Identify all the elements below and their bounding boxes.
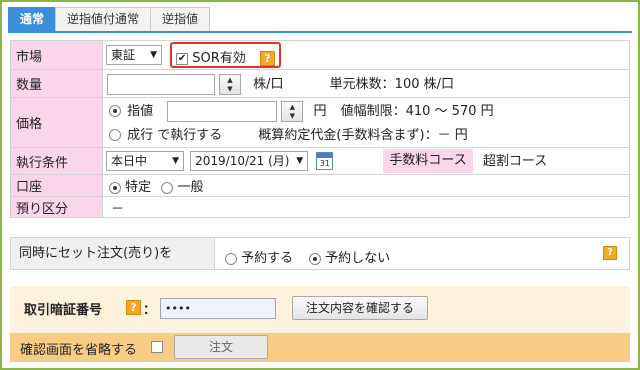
confirm-order-button[interactable]: 注文内容を確認する (292, 296, 428, 320)
deposit-label: 預り区分 (10, 196, 103, 218)
order-button[interactable]: 注文 (174, 335, 268, 359)
order-form: 市場 東証 ▼ ✔ SOR有効 ? 数量 ▲ ▼ 株/口 単元株数：100 株/口… (10, 40, 630, 218)
quantity-label: 数量 (10, 69, 103, 98)
tab-normal[interactable]: 通常 (8, 7, 57, 31)
sor-label: SOR有効 (192, 51, 246, 66)
chevron-down-icon: ▼ (150, 50, 157, 60)
chevron-down-icon: ▼ (296, 156, 304, 166)
chevron-down-icon: ▼ (172, 156, 179, 166)
skip-confirm-label: 確認画面を省略する (20, 343, 138, 358)
limit-order-label: 指値 (127, 103, 154, 119)
general-account-label: 一般 (177, 180, 204, 195)
sor-checkbox[interactable]: ✔ (176, 52, 189, 65)
deposit-row: 預り区分 － (10, 196, 630, 218)
no-reserve-radio[interactable] (309, 252, 321, 265)
set-order-no: 予約しない (309, 247, 390, 266)
validity-select-value: 本日中 (111, 154, 148, 168)
estimated-amount: 概算約定代金(手数料含まず)：－ 円 (258, 127, 468, 143)
price-label: 価格 (10, 97, 103, 148)
validity-select[interactable]: 本日中 ▼ (106, 151, 184, 171)
quantity-row: 数量 ▲ ▼ 株/口 単元株数：100 株/口 (10, 69, 630, 98)
market-order-label: 成行 で執行する (127, 127, 223, 143)
spin-up-icon: ▲ (227, 75, 233, 84)
fee-course-value: 超割コース (482, 153, 548, 169)
market-label: 市場 (10, 40, 103, 70)
reserve-radio[interactable] (225, 252, 237, 265)
help-icon[interactable]: ? (259, 51, 275, 66)
no-reserve-label: 予約しない (325, 251, 391, 266)
quantity-stepper[interactable]: ▲ ▼ (219, 73, 241, 95)
calendar-icon-day: 31 (319, 159, 330, 168)
quantity-unit: 株/口 (253, 76, 284, 92)
spin-up-icon: ▲ (289, 102, 295, 111)
fee-course-label: 手数料コース (383, 149, 473, 173)
market-order-radio[interactable] (109, 129, 121, 141)
deposit-value: － (102, 196, 630, 218)
condition-row: 執行条件 本日中 ▼ 2019/10/21 (月) ▼ 31 手数料コース 超割… (10, 147, 630, 175)
market-select-value: 東証 (111, 48, 136, 62)
help-icon[interactable]: ? (126, 300, 141, 315)
specific-account-radio[interactable] (109, 181, 121, 194)
specific-account-label: 特定 (125, 180, 152, 195)
account-row: 口座 特定 一般 (10, 174, 630, 197)
set-order-yes: 予約する (225, 247, 293, 266)
date-select[interactable]: 2019/10/21 (月) ▼ (190, 151, 309, 171)
pin-colon: ： (143, 303, 157, 318)
skip-confirm-checkbox[interactable] (151, 341, 163, 353)
sor-highlight: ✔ SOR有効 ? (170, 42, 281, 68)
market-row: 市場 東証 ▼ ✔ SOR有効 ? (10, 40, 630, 70)
price-input[interactable] (167, 100, 278, 122)
tab-stop[interactable]: 逆指値 (150, 7, 211, 31)
spin-down-icon: ▼ (289, 111, 295, 120)
price-limit-info: 値幅制限：410 ～ 570 円 (340, 103, 494, 119)
pin-input[interactable]: •••• (160, 298, 276, 319)
set-order-label: 同時にセット注文(売り)を (11, 238, 215, 269)
market-select[interactable]: 東証 ▼ (106, 45, 162, 65)
pin-label: 取引暗証番号 (24, 303, 103, 318)
confirm-section: 取引暗証番号 ? ： •••• 注文内容を確認する 確認画面を省略する 注文 (10, 286, 630, 362)
help-icon[interactable]: ? (603, 246, 617, 260)
price-stepper[interactable]: ▲ ▼ (281, 100, 304, 122)
price-row: 価格 指値 ▲ ▼ 円 値幅制限：410 ～ 570 円 成行 で執行する 概算約… (10, 97, 630, 148)
tab-stop-with-normal[interactable]: 逆指値付通常 (55, 7, 152, 31)
calendar-icon[interactable]: 31 (316, 152, 334, 170)
general-account-radio[interactable] (161, 181, 174, 194)
price-currency: 円 (313, 103, 327, 119)
pin-row: 取引暗証番号 ? ： •••• 注文内容を確認する (10, 286, 630, 333)
date-select-value: 2019/10/21 (月) (195, 154, 290, 168)
lot-size-info: 単元株数：100 株/口 (329, 76, 454, 92)
order-type-tabs: 通常 逆指値付通常 逆指値 (8, 7, 211, 31)
set-order-section: 同時にセット注文(売り)を 予約する 予約しない ? (10, 237, 630, 270)
limit-order-radio[interactable] (109, 105, 121, 117)
skip-row: 確認画面を省略する 注文 (10, 333, 630, 362)
quantity-input[interactable] (107, 73, 215, 95)
reserve-label: 予約する (241, 251, 294, 266)
tab-underline (8, 31, 632, 33)
spin-down-icon: ▼ (227, 84, 233, 93)
condition-label: 執行条件 (10, 147, 103, 175)
account-label: 口座 (10, 174, 103, 197)
